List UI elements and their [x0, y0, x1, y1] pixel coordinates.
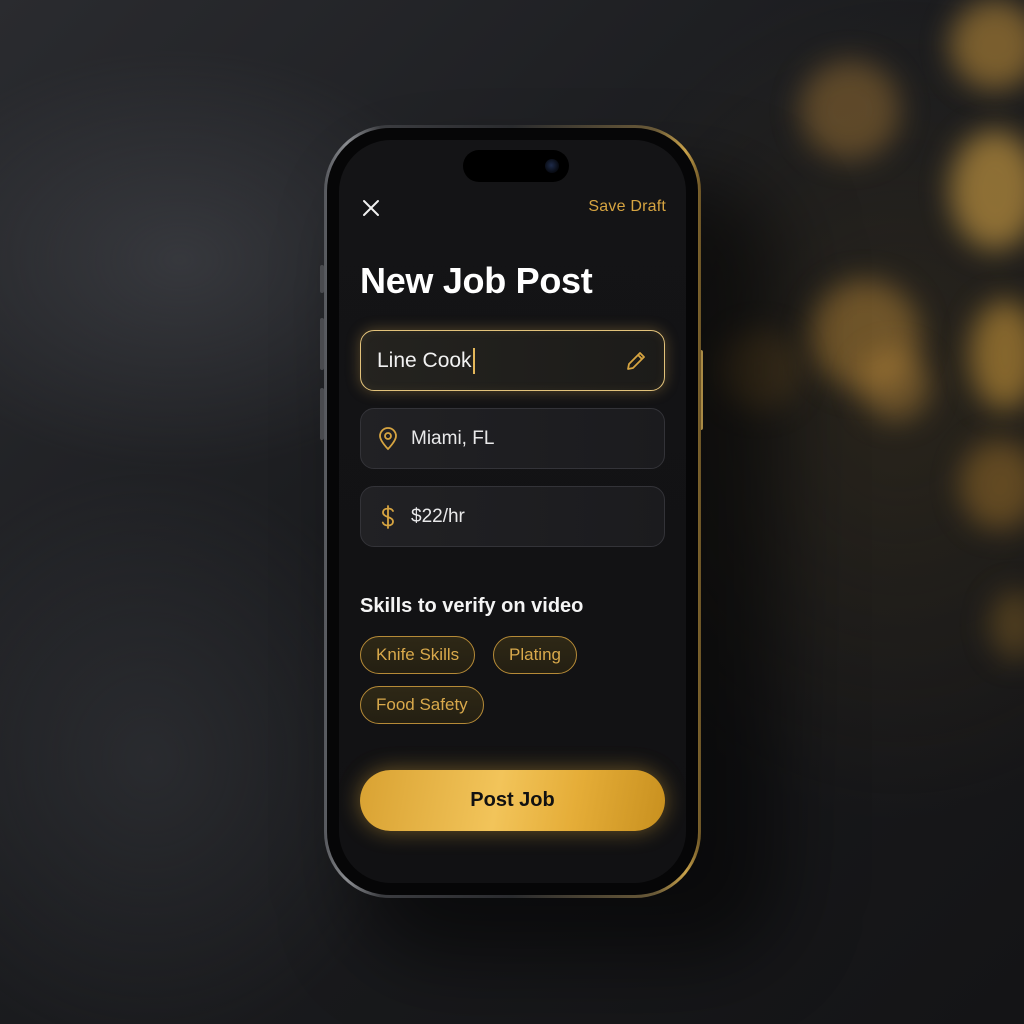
pay-field[interactable]: $22/hr: [360, 486, 665, 547]
phone-bezel: Save Draft New Job Post Line Cook Miami,…: [327, 128, 698, 895]
bokeh-light: [950, 130, 1024, 250]
bokeh-light: [990, 590, 1024, 660]
close-button[interactable]: [359, 196, 383, 220]
location-field[interactable]: Miami, FL: [360, 408, 665, 469]
post-job-button[interactable]: Post Job: [360, 770, 665, 831]
skill-chip[interactable]: Knife Skills: [360, 636, 476, 674]
bokeh-light: [800, 60, 900, 160]
skill-chip[interactable]: Plating: [493, 636, 577, 674]
bokeh-light: [960, 440, 1024, 530]
bokeh-light: [950, 0, 1024, 90]
location-value: Miami, FL: [411, 427, 495, 449]
pencil-icon[interactable]: [624, 349, 648, 373]
post-job-label: Post Job: [470, 789, 555, 811]
job-title-value: Line Cook: [377, 348, 472, 372]
pay-value: $22/hr: [411, 505, 465, 527]
bokeh-light: [970, 300, 1024, 410]
map-pin-icon: [377, 426, 399, 450]
job-title-field[interactable]: Line Cook: [360, 330, 665, 391]
page-title: New Job Post: [360, 260, 593, 301]
save-draft-button[interactable]: Save Draft: [588, 198, 666, 216]
text-caret: [472, 347, 475, 374]
app-screen: Save Draft New Job Post Line Cook Miami,…: [339, 140, 686, 883]
skills-section-title: Skills to verify on video: [360, 595, 584, 617]
front-camera: [545, 159, 559, 173]
skill-chip[interactable]: Food Safety: [360, 686, 484, 724]
bokeh-light: [860, 350, 930, 420]
close-icon: [363, 200, 379, 216]
dollar-icon: [377, 504, 399, 529]
dynamic-island: [463, 150, 569, 182]
phone-frame: Save Draft New Job Post Line Cook Miami,…: [324, 125, 701, 898]
